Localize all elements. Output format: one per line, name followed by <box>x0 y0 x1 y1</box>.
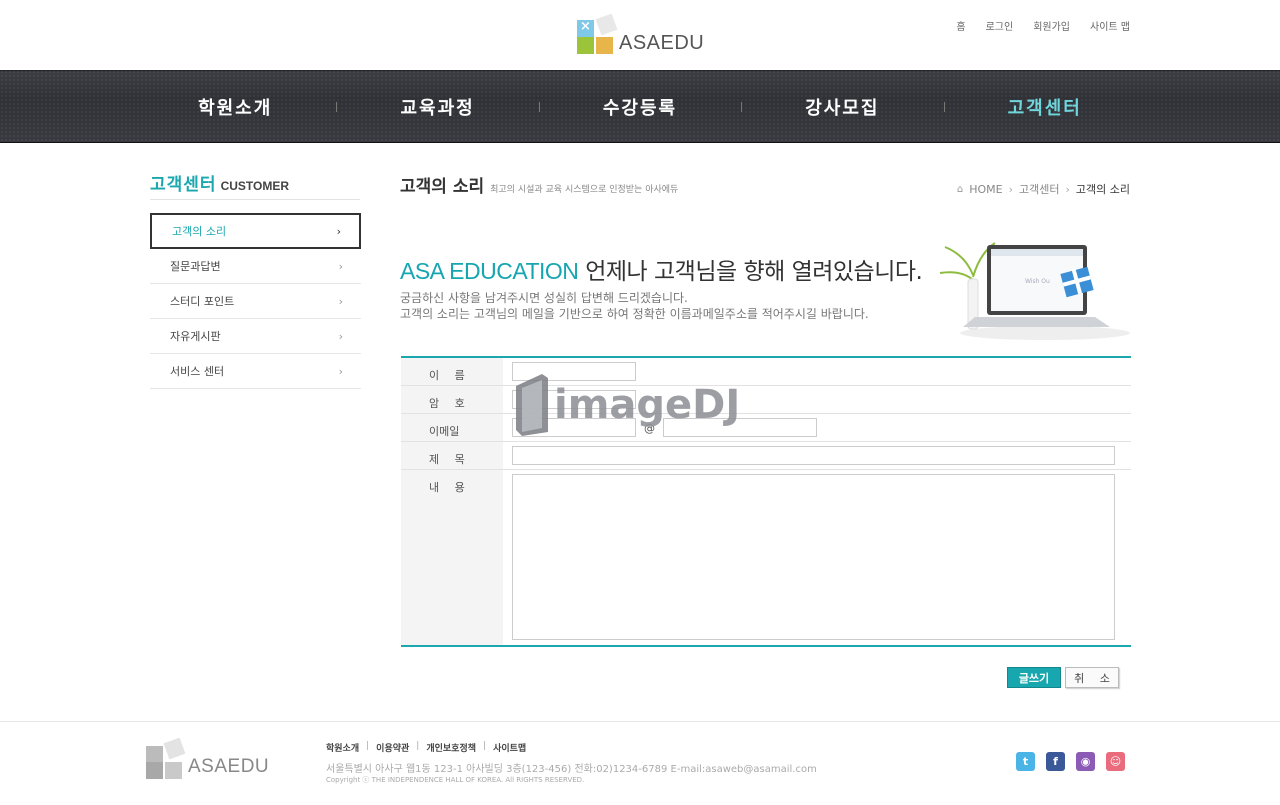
chevron-right-icon: › <box>338 329 343 343</box>
chevron-right-icon: › <box>338 294 343 308</box>
footer-link-about[interactable]: 학원소개 <box>326 741 359 754</box>
sidebar-item-label: 자유게시판 <box>170 330 221 343</box>
footer-link-terms[interactable]: 이용약관 <box>376 741 409 754</box>
nav-courses[interactable]: 교육과정 <box>336 70 538 143</box>
subject-input[interactable] <box>512 446 1115 465</box>
sidebar-item-customer-voice[interactable]: 고객의 소리 › <box>150 213 361 249</box>
sidebar-item-free-board[interactable]: 자유게시판 › <box>150 319 361 354</box>
chevron-right-icon: › <box>338 259 343 273</box>
laptop-screen-text: Wish Ou <box>1025 278 1050 285</box>
page-subtitle: 최고의 시설과 교육 시스템으로 인정받는 아사에듀 <box>490 185 679 195</box>
breadcrumb-customer-center[interactable]: 고객센터 <box>1019 181 1059 197</box>
page-title: 고객의 소리 최고의 시설과 교육 시스템으로 인정받는 아사에듀 <box>400 172 678 197</box>
twitter-icon[interactable]: t <box>1016 752 1035 771</box>
subject-label: 제 목 <box>401 442 503 469</box>
intro-headline: ASA EDUCATION 언제나 고객님을 향해 열려있습니다. <box>400 252 923 286</box>
sidebar-menu: 고객의 소리 › 질문과답변 › 스터디 포인트 › 자유게시판 › 서비스 센… <box>150 213 361 389</box>
home-icon: ⌂ <box>956 183 964 195</box>
footer-link-divider: | <box>366 741 370 751</box>
nav-instructors[interactable]: 강사모집 <box>741 70 943 143</box>
social-links: t f ◉ ☺ <box>1016 752 1125 771</box>
sidebar-item-label: 질문과답변 <box>170 260 221 273</box>
footer-link-sitemap[interactable]: 사이트맵 <box>493 741 526 754</box>
submit-button[interactable]: 글쓰기 <box>1007 667 1061 688</box>
form-buttons: 글쓰기 취 소 <box>1007 667 1119 688</box>
intro-line-2: 고객의 소리는 고객님의 메일을 기반으로 하여 정확한 이름과메일주소를 적어… <box>400 307 869 321</box>
laptop-gift-illustration: Wish Ou <box>939 242 1130 340</box>
footer-logo[interactable]: ASAEDU <box>146 737 270 779</box>
site-logo[interactable]: × ASAEDU <box>577 13 705 54</box>
footer-link-privacy[interactable]: 개인보호정책 <box>426 741 476 754</box>
imagedj-watermark: imageDJ <box>516 374 740 436</box>
nav-about[interactable]: 학원소개 <box>134 70 336 143</box>
page-title-text: 고객의 소리 <box>400 177 485 197</box>
footer-link-divider: | <box>416 741 420 751</box>
sidebar-title-ko: 고객센터 <box>150 175 217 195</box>
chevron-right-icon: › <box>338 364 343 378</box>
top-link-login[interactable]: 로그인 <box>976 18 1024 33</box>
breadcrumb-home[interactable]: HOME <box>969 183 1002 196</box>
intro-headline-en: ASA EDUCATION <box>400 258 579 284</box>
sidebar-item-label: 스터디 포인트 <box>170 295 235 308</box>
breadcrumb-current: 고객의 소리 <box>1075 183 1130 196</box>
footer-link-divider: | <box>483 741 487 751</box>
sidebar-item-study-point[interactable]: 스터디 포인트 › <box>150 284 361 319</box>
top-link-join[interactable]: 회원가입 <box>1023 18 1080 33</box>
sidebar-title-en: CUSTOMER <box>220 179 290 193</box>
sidebar-title: 고객센터 CUSTOMER <box>150 170 360 200</box>
form-row-subject: 제 목 <box>401 442 1131 470</box>
chevron-right-icon: › <box>1008 182 1013 196</box>
footer-logo-mark-icon <box>146 737 186 779</box>
podcast-icon[interactable]: ◉ <box>1076 752 1095 771</box>
cancel-button[interactable]: 취 소 <box>1065 667 1119 688</box>
top-links: 홈 로그인 회원가입 사이트 맵 <box>946 18 1130 33</box>
logo-mark-icon: × <box>577 13 618 54</box>
main-nav: 학원소개 교육과정 수강등록 강사모집 고객센터 <box>0 70 1280 143</box>
logo-text: ASAEDU <box>619 32 705 54</box>
sidebar-item-service-center[interactable]: 서비스 센터 › <box>150 354 361 389</box>
footer-logo-text: ASAEDU <box>188 756 270 777</box>
sidebar-item-qna[interactable]: 질문과답변 › <box>150 249 361 284</box>
breadcrumb: ⌂ HOME › 고객센터 › 고객의 소리 <box>957 181 1130 197</box>
blog-icon[interactable]: ☺ <box>1106 752 1125 771</box>
sidebar-item-label: 서비스 센터 <box>170 365 225 378</box>
intro-description: 궁금하신 사항을 남겨주시면 성실히 답변해 드리겠습니다. 고객의 소리는 고… <box>400 290 869 322</box>
site-header: × ASAEDU 홈 로그인 회원가입 사이트 맵 <box>0 0 1280 70</box>
name-label: 이 름 <box>401 358 503 385</box>
chevron-right-icon: › <box>336 224 341 238</box>
content-textarea[interactable] <box>512 474 1115 640</box>
password-label: 암 호 <box>401 386 503 413</box>
email-label: 이메일 <box>401 414 503 441</box>
top-link-sitemap[interactable]: 사이트 맵 <box>1080 18 1130 33</box>
chevron-right-icon: › <box>1065 182 1070 196</box>
footer-links: 학원소개 | 이용약관 | 개인보호정책 | 사이트맵 <box>326 741 526 754</box>
footer-address: 서울특별시 아사구 웹1동 123-1 아사빌딩 3층(123-456) 전화:… <box>326 764 817 775</box>
sidebar-item-label: 고객의 소리 <box>172 225 227 238</box>
nav-customer-center[interactable]: 고객센터 <box>943 70 1146 143</box>
footer-copyright: Copyright ⓒ THE INDEPENDENCE HALL OF KOR… <box>326 776 585 784</box>
intro-headline-ko: 언제나 고객님을 향해 열려있습니다. <box>578 259 923 285</box>
footer-divider <box>0 721 1280 722</box>
content-label: 내 용 <box>401 470 503 645</box>
top-link-home[interactable]: 홈 <box>946 18 975 33</box>
nav-registration[interactable]: 수강등록 <box>538 70 741 143</box>
intro-line-1: 궁금하신 사항을 남겨주시면 성실히 답변해 드리겠습니다. <box>400 291 688 305</box>
facebook-icon[interactable]: f <box>1046 752 1065 771</box>
watermark-text: imageDJ <box>554 382 740 428</box>
form-row-content: 내 용 <box>401 470 1131 645</box>
